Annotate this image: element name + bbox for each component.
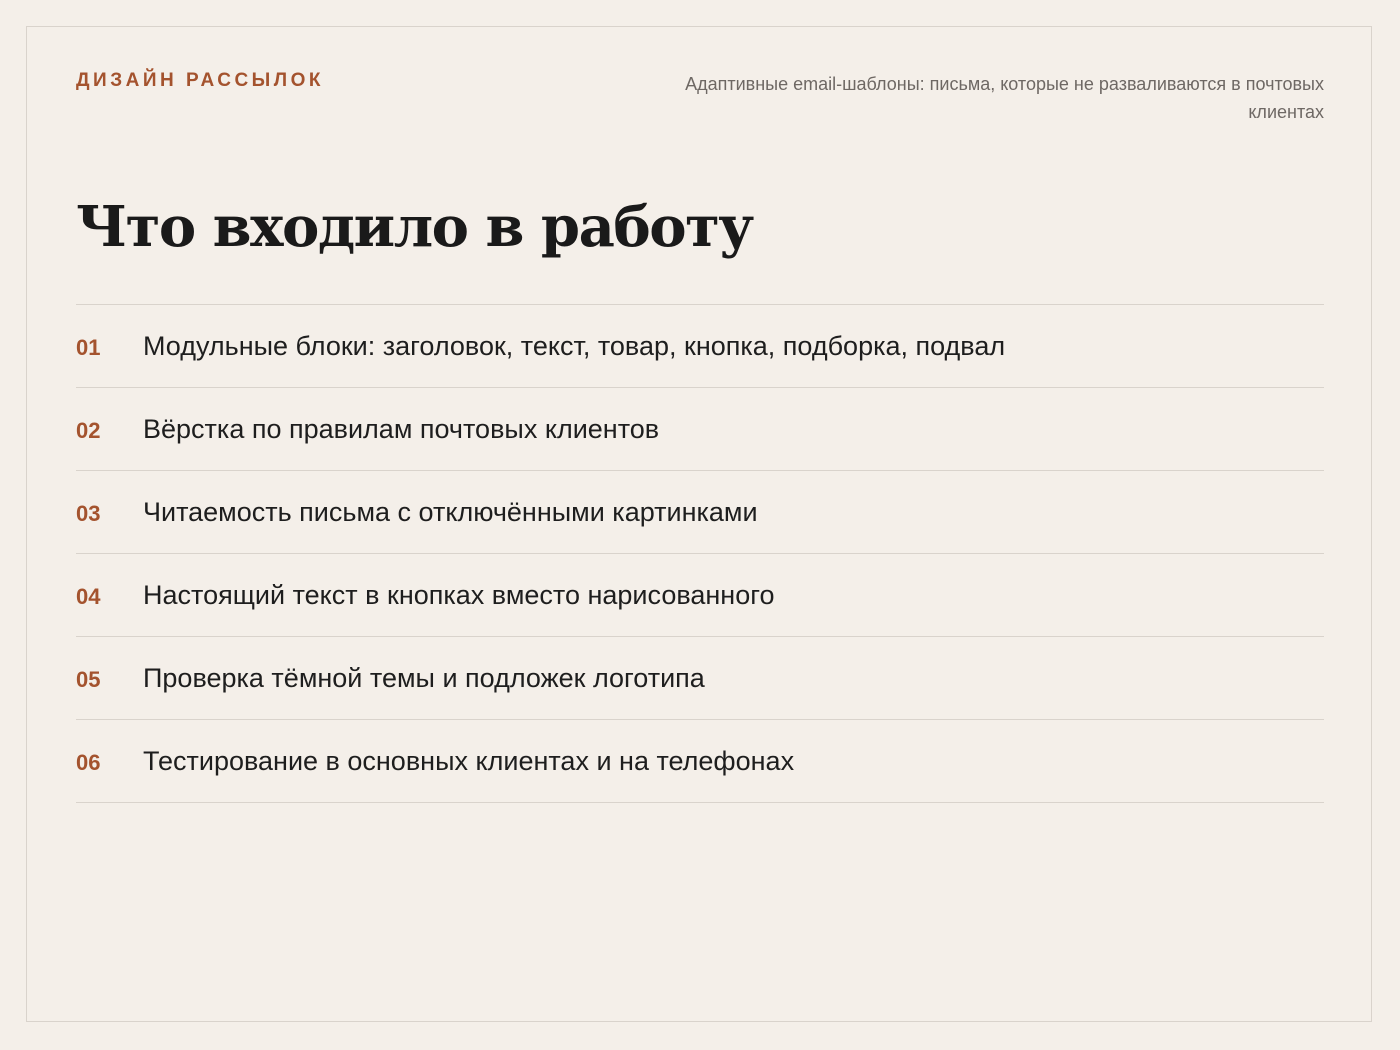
- list-item: 02 Вёрстка по правилам почтовых клиентов: [76, 388, 1324, 471]
- section-eyebrow: ДИЗАЙН РАССЫЛОК: [76, 70, 324, 91]
- list-item: 04 Настоящий текст в кнопках вместо нари…: [76, 554, 1324, 637]
- item-text: Настоящий текст в кнопках вместо нарисов…: [143, 579, 775, 610]
- list-item: 01 Модульные блоки: заголовок, текст, то…: [76, 305, 1324, 388]
- page-title: Что входило в работу: [76, 194, 754, 260]
- item-number: 01: [76, 335, 101, 360]
- slide-content: ДИЗАЙН РАССЫЛОК Адаптивные email-шаблоны…: [76, 27, 1324, 1021]
- item-text: Проверка тёмной темы и подложек логотипа: [143, 662, 705, 693]
- item-number: 06: [76, 750, 101, 775]
- item-number: 05: [76, 667, 101, 692]
- list-item: 03 Читаемость письма с отключёнными карт…: [76, 471, 1324, 554]
- list-item: 05 Проверка тёмной темы и подложек логот…: [76, 637, 1324, 720]
- slide-frame: ДИЗАЙН РАССЫЛОК Адаптивные email-шаблоны…: [26, 26, 1372, 1022]
- item-number: 03: [76, 501, 101, 526]
- item-text: Читаемость письма с отключёнными картинк…: [143, 496, 758, 527]
- item-text: Модульные блоки: заголовок, текст, товар…: [143, 330, 1006, 361]
- item-text: Вёрстка по правилам почтовых клиентов: [143, 413, 660, 444]
- item-number: 04: [76, 584, 101, 609]
- work-list: 01 Модульные блоки: заголовок, текст, то…: [76, 304, 1324, 803]
- project-subtitle: Адаптивные email-шаблоны: письма, которы…: [685, 74, 1324, 122]
- list-item: 06 Тестирование в основных клиентах и на…: [76, 720, 1324, 803]
- item-text: Тестирование в основных клиентах и на те…: [143, 745, 795, 776]
- item-number: 02: [76, 418, 101, 443]
